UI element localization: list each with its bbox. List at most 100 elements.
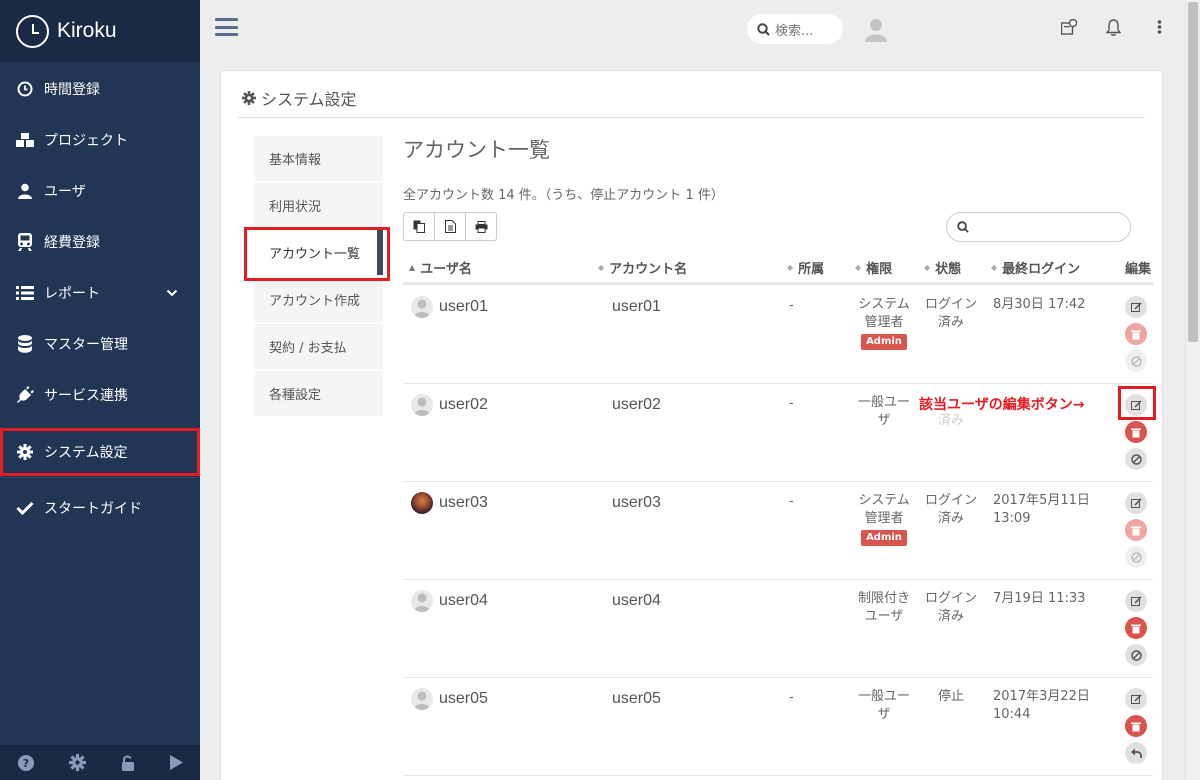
section-title: アカウント一覧 <box>403 139 550 162</box>
admin-badge: Admin <box>861 530 907 546</box>
edit-button[interactable] <box>1125 590 1147 612</box>
account-summary: 全アカウント数 14 件。（うち、停止アカウント 1 件） <box>403 188 724 203</box>
scrollbar-thumb[interactable] <box>1188 2 1198 342</box>
header-label: 権限 <box>866 262 893 277</box>
sidebar-item-expenses[interactable]: 経費登録 <box>0 217 200 267</box>
sidebar-item-time-entry[interactable]: 時間登録 <box>0 64 200 114</box>
last-login-cell: 8月30日 17:42 <box>993 297 1086 312</box>
column-header-role[interactable]: ◆ 権限 <box>855 258 892 277</box>
sidebar-item-master-management[interactable]: マスター管理 <box>0 319 200 369</box>
edit-button[interactable] <box>1125 296 1147 318</box>
sidebar-item-integrations[interactable]: サービス連携 <box>0 370 200 420</box>
role-cell: 一般ユー ザ <box>853 394 915 430</box>
username-cell[interactable]: user01 <box>411 296 488 318</box>
sidebar-item-start-guide[interactable]: スタートガイド <box>0 483 200 533</box>
column-header-department[interactable]: ◆ 所属 <box>787 258 824 277</box>
role-cell: 制限付き ユーザ <box>853 590 915 626</box>
sidebar-item-label: 経費登録 <box>44 235 100 251</box>
table-row: user02 user02 - 一般ユー ザ 済み 該当ユーザの編集ボタン→ <box>403 384 1156 482</box>
sidebar-item-system-settings[interactable]: システム設定 <box>0 428 200 476</box>
header-label: 状態 <box>935 262 962 277</box>
department-cell: - <box>789 396 794 411</box>
avatar <box>411 394 433 416</box>
submenu-create-account[interactable]: アカウント作成 <box>254 277 383 322</box>
sidebar-item-reports[interactable]: レポート <box>0 268 200 318</box>
global-search-input[interactable]: 検索... <box>747 14 843 44</box>
export-button-group <box>403 212 497 241</box>
role-label: 一般ユー ザ <box>857 689 910 722</box>
sidebar-item-users[interactable]: ユーザ <box>0 166 200 216</box>
column-header-account[interactable]: ◆ アカウント名 <box>598 258 687 277</box>
gear-icon <box>15 444 35 460</box>
delete-button[interactable] <box>1125 323 1147 345</box>
play-icon[interactable] <box>169 755 183 770</box>
edit-icon <box>1130 693 1142 704</box>
disable-button[interactable] <box>1125 644 1147 666</box>
unlock-icon[interactable] <box>121 755 135 771</box>
header-label: 所属 <box>798 262 825 277</box>
app-logo[interactable]: Kiroku <box>0 0 200 62</box>
column-header-last-login[interactable]: ◆ 最終ログイン <box>991 258 1080 277</box>
submenu-usage[interactable]: 利用状況 <box>254 183 383 228</box>
bell-icon[interactable] <box>1105 19 1122 40</box>
edit-button[interactable] <box>1125 688 1147 710</box>
username-cell[interactable]: user04 <box>411 590 488 612</box>
topbar: 検索... <box>200 0 1185 58</box>
table-header-border <box>403 282 1153 285</box>
role-cell: システム 管理者 Admin <box>853 492 915 546</box>
submenu-billing[interactable]: 契約 / お支払 <box>254 324 383 369</box>
announcement-icon[interactable] <box>1060 18 1078 39</box>
disable-button[interactable] <box>1125 350 1147 372</box>
username: user04 <box>439 592 488 609</box>
menu-toggle-icon[interactable] <box>215 18 238 36</box>
list-icon <box>15 286 35 300</box>
status-cell: ログイン 済み <box>924 591 977 624</box>
search-icon <box>957 221 969 233</box>
username: user03 <box>439 494 488 511</box>
account-name-cell: user04 <box>612 592 661 609</box>
help-icon[interactable]: ? <box>17 754 34 771</box>
submenu-misc-settings[interactable]: 各種設定 <box>254 371 383 416</box>
account-name-cell: user01 <box>612 298 661 315</box>
last-login-cell: 2017年5月11日 13:09 <box>993 493 1090 526</box>
trash-icon <box>1131 526 1141 535</box>
table-search-input[interactable] <box>946 212 1131 242</box>
submenu-label: 利用状況 <box>269 200 322 215</box>
username-cell[interactable]: user03 <box>411 492 488 514</box>
avatar <box>411 590 433 612</box>
print-button[interactable] <box>465 212 497 241</box>
username-cell[interactable]: user02 <box>411 394 488 416</box>
highlight-box <box>1118 386 1156 420</box>
delete-button[interactable] <box>1125 715 1147 737</box>
sidebar: Kiroku 時間登録 プロジェクト ユーザ 経費登録 レポート マスター管理 … <box>0 0 200 780</box>
department-cell: - <box>789 690 794 705</box>
column-header-username[interactable]: ▲ ユーザ名 <box>409 258 472 277</box>
restore-button[interactable] <box>1125 742 1147 764</box>
sidebar-item-label: サービス連携 <box>44 388 128 404</box>
submenu-basic-info[interactable]: 基本情報 <box>254 136 383 181</box>
divider <box>238 117 1145 118</box>
column-header-status[interactable]: ◆ 状態 <box>924 258 961 277</box>
username-cell[interactable]: user05 <box>411 688 488 710</box>
print-icon <box>475 220 487 233</box>
disable-button[interactable] <box>1125 546 1147 568</box>
more-vertical-icon[interactable] <box>1157 19 1162 39</box>
csv-button[interactable] <box>434 212 466 241</box>
copy-button[interactable] <box>403 212 435 241</box>
edit-button[interactable] <box>1125 492 1147 514</box>
trash-icon <box>1131 428 1141 437</box>
delete-button[interactable] <box>1125 617 1147 639</box>
submenu-label: 契約 / お支払 <box>269 341 347 356</box>
sort-icon: ◆ <box>787 263 794 272</box>
delete-button[interactable] <box>1125 519 1147 541</box>
page-scrollbar[interactable] <box>1185 0 1200 780</box>
settings-icon[interactable] <box>68 754 86 771</box>
disable-button[interactable] <box>1125 448 1147 470</box>
delete-button[interactable] <box>1125 421 1147 443</box>
account-name-cell: user03 <box>612 494 661 511</box>
sidebar-item-label: システム設定 <box>44 445 128 461</box>
sidebar-item-projects[interactable]: プロジェクト <box>0 115 200 165</box>
user-avatar-icon[interactable] <box>865 18 887 46</box>
header-label: 最終ログイン <box>1002 262 1081 277</box>
system-settings-card: システム設定 基本情報 利用状況 アカウント一覧 アカウント作成 契約 / お支… <box>220 70 1163 780</box>
